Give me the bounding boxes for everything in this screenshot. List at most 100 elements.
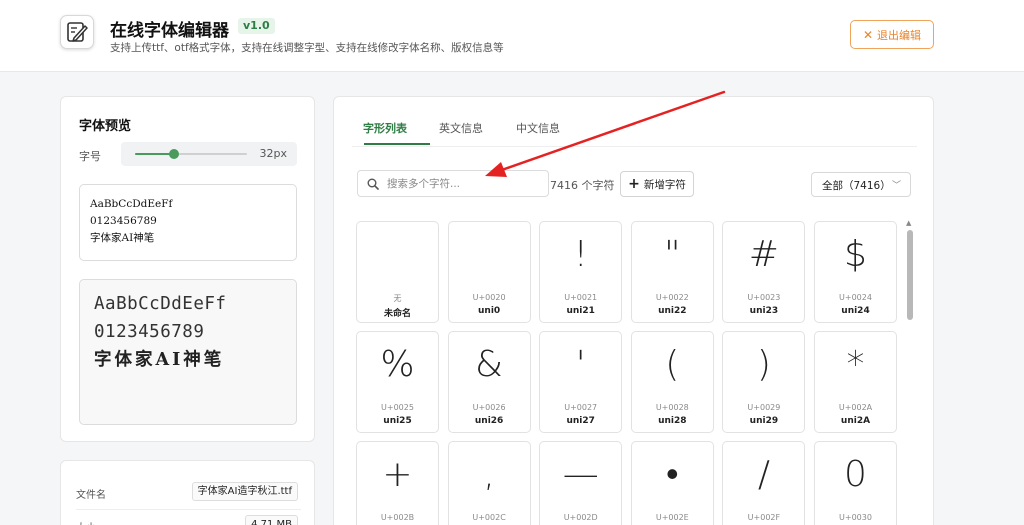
- glyph-preview: ": [664, 234, 681, 275]
- glyph-unicode: U+002F: [747, 513, 781, 522]
- glyph-grid-scrollbar[interactable]: [907, 227, 913, 525]
- glyph-cell[interactable]: % U+0025 uni25: [356, 331, 439, 433]
- glyph-cell[interactable]: + U+002B: [356, 441, 439, 525]
- glyph-cell[interactable]: ( U+0028 uni28: [630, 331, 714, 433]
- preview-render-area: AaBbCcDdEeFf 0123456789 字体家AI神笔: [79, 279, 297, 425]
- preview-title: 字体预览: [79, 119, 132, 134]
- glyph-preview: 0: [844, 454, 867, 495]
- file-name-value: 字体家AI造字秋江.ttf: [191, 482, 298, 501]
- file-size-label: 大小: [76, 519, 96, 525]
- exit-edit-label: 退出编辑: [877, 28, 922, 42]
- glyph-unicode: U+0026: [472, 403, 506, 412]
- glyph-unicode: U+0030: [839, 513, 872, 522]
- glyph-name: uni29: [749, 416, 779, 426]
- glyph-unicode: U+002E: [655, 513, 689, 522]
- glyph-unicode: U+002C: [472, 513, 506, 522]
- file-info-card: 文件名 字体家AI造字秋江.ttf 大小 4.71 MB: [60, 460, 315, 525]
- glyph-cell[interactable]: , U+002C: [447, 441, 531, 525]
- scroll-up-arrow-icon[interactable]: ▲: [906, 219, 911, 227]
- search-icon: [367, 178, 379, 190]
- active-tab-indicator: [364, 143, 430, 145]
- add-glyph-button[interactable]: + 新增字符: [620, 171, 694, 197]
- close-icon: ✕: [862, 27, 874, 42]
- glyph-preview: (: [665, 344, 680, 385]
- glyph-preview: !: [573, 234, 588, 275]
- glyph-unicode: 无: [393, 294, 402, 303]
- file-name-label: 文件名: [76, 490, 106, 501]
- glyph-cell[interactable]: # U+0023 uni23: [722, 221, 806, 323]
- glyph-preview: —: [562, 454, 599, 495]
- preview-render-line: 0123456789: [94, 322, 205, 342]
- pen-edit-icon: [60, 15, 94, 49]
- glyph-search-box: [357, 170, 549, 197]
- glyph-cell[interactable]: ) U+0029 uni29: [722, 331, 806, 433]
- glyph-unicode: U+0028: [655, 403, 689, 412]
- font-size-value: 32px: [259, 147, 288, 160]
- version-badge: v1.0: [238, 18, 275, 34]
- font-size-label: 字号: [79, 150, 101, 163]
- glyph-preview: *: [846, 344, 865, 385]
- app-title: 在线字体编辑器: [110, 21, 229, 41]
- scrollbar-thumb[interactable]: [907, 230, 913, 320]
- glyph-preview: •: [665, 454, 679, 495]
- glyph-preview: #: [748, 234, 779, 275]
- glyph-preview: +: [382, 454, 413, 495]
- exit-edit-button[interactable]: ✕ 退出编辑: [850, 20, 934, 49]
- glyph-cell[interactable]: 无未命名: [356, 221, 439, 323]
- glyph-cell[interactable]: " U+0022 uni22: [630, 221, 714, 323]
- glyph-search-input[interactable]: [387, 176, 537, 192]
- font-size-slider-box: 32px: [121, 142, 297, 166]
- add-glyph-label: 新增字符: [643, 178, 686, 191]
- preview-render-line: AaBbCcDdEeFf: [94, 294, 227, 314]
- glyph-count: 7416 个字符: [550, 179, 615, 192]
- glyph-name: uni21: [566, 306, 595, 316]
- glyph-unicode: U+0020: [472, 293, 506, 302]
- glyph-cell[interactable]: & U+0026 uni26: [447, 331, 531, 433]
- glyph-cell[interactable]: U+0020 uni0: [447, 221, 531, 323]
- glyph-unicode: U+0021: [564, 293, 598, 302]
- filter-select-value: 全部（7416）: [822, 180, 891, 192]
- plus-icon: +: [628, 176, 640, 192]
- glyph-preview: $: [844, 234, 867, 275]
- preview-render-line: 字体家AI神笔: [94, 350, 225, 370]
- glyph-unicode: U+002B: [380, 513, 415, 522]
- divider: [76, 509, 301, 510]
- tab-english-info[interactable]: 英文信息: [439, 120, 483, 136]
- glyph-cell[interactable]: $ U+0024 uni24: [814, 221, 897, 323]
- glyph-name: uni22: [658, 306, 687, 316]
- glyph-cell[interactable]: 0 U+0030: [814, 441, 897, 525]
- tab-glyph-list[interactable]: 字形列表: [363, 120, 407, 136]
- glyph-name: uni24: [841, 306, 870, 316]
- glyph-unicode: U+002D: [563, 513, 598, 522]
- app-header: 在线字体编辑器 v1.0 支持上传ttf、otf格式字体，支持在线调整字型、支持…: [0, 0, 1024, 72]
- glyph-cell[interactable]: — U+002D: [539, 441, 623, 525]
- glyph-cell[interactable]: / U+002F: [722, 441, 806, 525]
- chevron-down-icon: ﹀: [891, 181, 901, 191]
- tab-chinese-info[interactable]: 中文信息: [516, 120, 560, 136]
- glyph-cell[interactable]: * U+002A uni2A: [814, 331, 897, 433]
- preview-input-line: AaBbCcDdEeFf: [90, 198, 173, 210]
- glyph-preview: &: [475, 344, 504, 385]
- preview-text-input[interactable]: AaBbCcDdEeFf 0123456789 字体家AI神笔: [79, 184, 297, 261]
- glyph-unicode: U+0022: [655, 293, 689, 302]
- glyph-name: uni2A: [840, 416, 871, 426]
- glyph-unicode: U+0025: [381, 403, 414, 412]
- glyph-unicode: U+0023: [747, 293, 781, 302]
- glyph-preview: %: [380, 344, 415, 385]
- divider: [352, 146, 917, 147]
- glyph-name: uni26: [474, 416, 504, 426]
- font-size-slider[interactable]: [135, 149, 247, 159]
- glyph-preview: ): [756, 344, 771, 385]
- file-size-value: 4.71 MB: [245, 515, 298, 525]
- app-subtitle: 支持上传ttf、otf格式字体，支持在线调整字型、支持在线修改字体名称、版权信息…: [110, 42, 504, 54]
- glyph-cell[interactable]: • U+002E: [630, 441, 714, 525]
- glyph-editor-card: 字形列表 英文信息 中文信息 7416 个字符 + 新增字符 全部（7416） …: [333, 96, 934, 525]
- glyph-grid: 无未命名 U+0020 uni0! U+0021 uni21 " U+0022 uni22 # U…: [356, 221, 906, 525]
- glyph-name: uni28: [658, 416, 687, 426]
- glyph-unicode: U+0027: [564, 403, 598, 412]
- glyph-preview: ': [575, 344, 586, 385]
- glyph-cell[interactable]: ' U+0027 uni27: [539, 331, 623, 433]
- glyph-cell[interactable]: ! U+0021 uni21: [539, 221, 623, 323]
- glyph-filter-select[interactable]: 全部（7416） ﹀: [811, 172, 911, 197]
- slider-thumb[interactable]: [169, 149, 180, 159]
